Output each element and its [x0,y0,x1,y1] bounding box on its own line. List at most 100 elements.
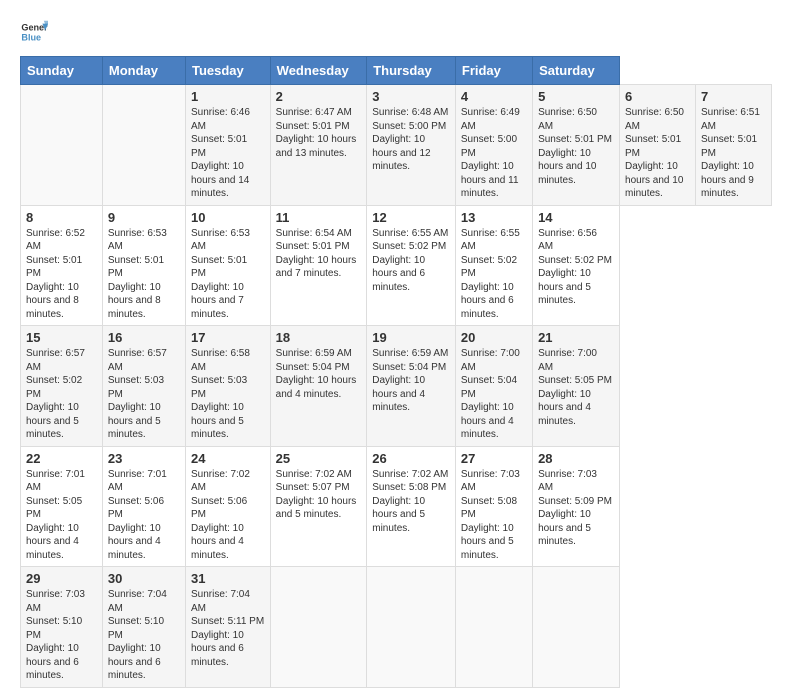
day-info: Sunrise: 7:01 AM Sunset: 5:06 PM Dayligh… [108,468,180,563]
day-info: Sunrise: 6:47 AM Sunset: 5:01 PM Dayligh… [276,106,362,160]
day-info: Sunrise: 7:00 AM Sunset: 5:04 PM Dayligh… [461,347,527,442]
calendar-cell: 2 Sunrise: 6:47 AM Sunset: 5:01 PM Dayli… [270,85,367,206]
calendar-cell: 24 Sunrise: 7:02 AM Sunset: 5:06 PM Dayl… [185,446,270,567]
calendar-cell: 31 Sunrise: 7:04 AM Sunset: 5:11 PM Dayl… [185,567,270,688]
day-number: 1 [191,89,265,104]
calendar-cell: 18 Sunrise: 6:59 AM Sunset: 5:04 PM Dayl… [270,326,367,447]
header-monday: Monday [102,57,185,85]
calendar-cell: 9 Sunrise: 6:53 AM Sunset: 5:01 PM Dayli… [102,205,185,326]
day-info: Sunrise: 7:04 AM Sunset: 5:11 PM Dayligh… [191,588,265,669]
day-number: 22 [26,451,97,466]
day-number: 18 [276,330,362,345]
calendar-cell [270,567,367,688]
day-info: Sunrise: 6:53 AM Sunset: 5:01 PM Dayligh… [191,227,265,322]
calendar-cell: 15 Sunrise: 6:57 AM Sunset: 5:02 PM Dayl… [21,326,103,447]
day-info: Sunrise: 6:54 AM Sunset: 5:01 PM Dayligh… [276,227,362,281]
day-number: 7 [701,89,766,104]
day-info: Sunrise: 6:46 AM Sunset: 5:01 PM Dayligh… [191,106,265,201]
calendar-week-row: 29 Sunrise: 7:03 AM Sunset: 5:10 PM Dayl… [21,567,772,688]
calendar-cell: 29 Sunrise: 7:03 AM Sunset: 5:10 PM Dayl… [21,567,103,688]
day-info: Sunrise: 6:56 AM Sunset: 5:02 PM Dayligh… [538,227,614,308]
day-number: 31 [191,571,265,586]
logo-icon: General Blue [20,18,48,46]
day-info: Sunrise: 7:00 AM Sunset: 5:05 PM Dayligh… [538,347,614,428]
day-info: Sunrise: 6:50 AM Sunset: 5:01 PM Dayligh… [538,106,614,187]
day-info: Sunrise: 7:04 AM Sunset: 5:10 PM Dayligh… [108,588,180,683]
header-thursday: Thursday [367,57,456,85]
calendar-cell: 26 Sunrise: 7:02 AM Sunset: 5:08 PM Dayl… [367,446,456,567]
calendar-cell: 17 Sunrise: 6:58 AM Sunset: 5:03 PM Dayl… [185,326,270,447]
day-number: 27 [461,451,527,466]
day-number: 11 [276,210,362,225]
calendar-cell: 14 Sunrise: 6:56 AM Sunset: 5:02 PM Dayl… [533,205,620,326]
calendar-cell: 3 Sunrise: 6:48 AM Sunset: 5:00 PM Dayli… [367,85,456,206]
day-info: Sunrise: 6:48 AM Sunset: 5:00 PM Dayligh… [372,106,450,174]
calendar-cell: 10 Sunrise: 6:53 AM Sunset: 5:01 PM Dayl… [185,205,270,326]
calendar-cell [533,567,620,688]
header-wednesday: Wednesday [270,57,367,85]
day-number: 12 [372,210,450,225]
day-number: 14 [538,210,614,225]
day-number: 3 [372,89,450,104]
day-number: 30 [108,571,180,586]
day-info: Sunrise: 6:50 AM Sunset: 5:01 PM Dayligh… [625,106,690,201]
day-number: 9 [108,210,180,225]
calendar-cell: 13 Sunrise: 6:55 AM Sunset: 5:02 PM Dayl… [455,205,532,326]
day-number: 5 [538,89,614,104]
calendar-cell: 16 Sunrise: 6:57 AM Sunset: 5:03 PM Dayl… [102,326,185,447]
day-number: 20 [461,330,527,345]
calendar-cell [21,85,103,206]
day-info: Sunrise: 7:03 AM Sunset: 5:10 PM Dayligh… [26,588,97,683]
day-number: 25 [276,451,362,466]
day-number: 10 [191,210,265,225]
day-info: Sunrise: 6:53 AM Sunset: 5:01 PM Dayligh… [108,227,180,322]
calendar-header-row: Sunday Monday Tuesday Wednesday Thursday… [21,57,772,85]
day-number: 29 [26,571,97,586]
day-info: Sunrise: 7:02 AM Sunset: 5:07 PM Dayligh… [276,468,362,522]
calendar-cell: 1 Sunrise: 6:46 AM Sunset: 5:01 PM Dayli… [185,85,270,206]
calendar-cell: 21 Sunrise: 7:00 AM Sunset: 5:05 PM Dayl… [533,326,620,447]
logo: General Blue [20,18,52,46]
svg-text:Blue: Blue [21,32,41,42]
day-info: Sunrise: 6:58 AM Sunset: 5:03 PM Dayligh… [191,347,265,442]
day-number: 26 [372,451,450,466]
calendar-cell: 30 Sunrise: 7:04 AM Sunset: 5:10 PM Dayl… [102,567,185,688]
header-tuesday: Tuesday [185,57,270,85]
day-info: Sunrise: 7:02 AM Sunset: 5:06 PM Dayligh… [191,468,265,563]
calendar-cell: 8 Sunrise: 6:52 AM Sunset: 5:01 PM Dayli… [21,205,103,326]
day-info: Sunrise: 6:57 AM Sunset: 5:02 PM Dayligh… [26,347,97,442]
day-number: 28 [538,451,614,466]
day-number: 21 [538,330,614,345]
day-number: 13 [461,210,527,225]
day-number: 24 [191,451,265,466]
header-friday: Friday [455,57,532,85]
calendar-cell: 20 Sunrise: 7:00 AM Sunset: 5:04 PM Dayl… [455,326,532,447]
calendar-cell: 7 Sunrise: 6:51 AM Sunset: 5:01 PM Dayli… [695,85,771,206]
day-number: 17 [191,330,265,345]
day-info: Sunrise: 6:51 AM Sunset: 5:01 PM Dayligh… [701,106,766,201]
day-info: Sunrise: 7:03 AM Sunset: 5:09 PM Dayligh… [538,468,614,549]
calendar-cell: 5 Sunrise: 6:50 AM Sunset: 5:01 PM Dayli… [533,85,620,206]
header-saturday: Saturday [533,57,620,85]
day-number: 8 [26,210,97,225]
day-info: Sunrise: 6:52 AM Sunset: 5:01 PM Dayligh… [26,227,97,322]
calendar-cell: 4 Sunrise: 6:49 AM Sunset: 5:00 PM Dayli… [455,85,532,206]
calendar-cell: 23 Sunrise: 7:01 AM Sunset: 5:06 PM Dayl… [102,446,185,567]
calendar-cell: 11 Sunrise: 6:54 AM Sunset: 5:01 PM Dayl… [270,205,367,326]
calendar-cell: 19 Sunrise: 6:59 AM Sunset: 5:04 PM Dayl… [367,326,456,447]
calendar-week-row: 8 Sunrise: 6:52 AM Sunset: 5:01 PM Dayli… [21,205,772,326]
header-sunday: Sunday [21,57,103,85]
day-number: 23 [108,451,180,466]
day-number: 6 [625,89,690,104]
day-info: Sunrise: 6:49 AM Sunset: 5:00 PM Dayligh… [461,106,527,201]
day-info: Sunrise: 7:02 AM Sunset: 5:08 PM Dayligh… [372,468,450,536]
day-info: Sunrise: 6:59 AM Sunset: 5:04 PM Dayligh… [372,347,450,415]
day-number: 4 [461,89,527,104]
day-number: 19 [372,330,450,345]
day-number: 16 [108,330,180,345]
calendar-cell: 25 Sunrise: 7:02 AM Sunset: 5:07 PM Dayl… [270,446,367,567]
day-number: 15 [26,330,97,345]
day-info: Sunrise: 6:55 AM Sunset: 5:02 PM Dayligh… [461,227,527,322]
calendar-cell: 12 Sunrise: 6:55 AM Sunset: 5:02 PM Dayl… [367,205,456,326]
calendar-week-row: 22 Sunrise: 7:01 AM Sunset: 5:05 PM Dayl… [21,446,772,567]
